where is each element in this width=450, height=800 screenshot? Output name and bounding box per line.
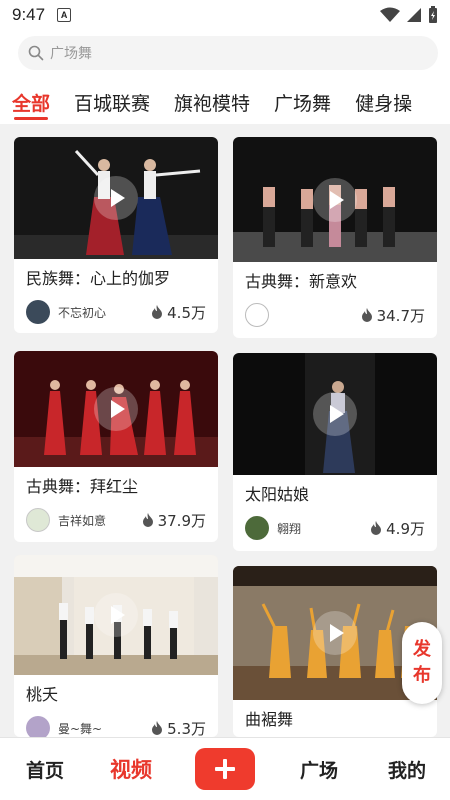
video-meta: 翱翔 4.9万: [233, 515, 437, 541]
category-tabs: 全部 百城联赛 旗袍模特 广场舞 健身操: [0, 80, 450, 124]
author-name[interactable]: 曼~舞~: [58, 720, 102, 737]
view-count: 37.9万: [142, 510, 206, 531]
notification-icon: A: [57, 8, 72, 22]
search-input[interactable]: 广场舞: [18, 36, 438, 70]
nav-home[interactable]: 首页: [10, 738, 80, 800]
avatar[interactable]: [245, 303, 269, 327]
nav-video[interactable]: 视频: [96, 738, 166, 800]
play-icon: [94, 387, 138, 431]
avatar[interactable]: [26, 508, 50, 532]
video-thumbnail: [14, 351, 218, 467]
play-icon: [313, 177, 357, 222]
view-count: 5.3万: [151, 718, 206, 738]
view-count: 4.5万: [151, 302, 206, 323]
view-count-value: 4.9万: [386, 519, 425, 538]
bottom-nav: 首页 视频 广场 我的: [0, 737, 450, 800]
flame-icon: [371, 521, 382, 535]
avatar[interactable]: [26, 716, 50, 737]
play-icon: [313, 392, 357, 436]
search-bar-container: 广场舞: [0, 30, 450, 80]
publish-button[interactable]: 发 布: [402, 622, 442, 704]
view-count: 34.7万: [361, 305, 425, 326]
plus-icon: [215, 759, 235, 779]
video-thumbnail: [233, 137, 437, 262]
video-title: 桃夭: [26, 685, 59, 704]
publish-label-line2: 布: [413, 665, 431, 686]
tab-qipao-model[interactable]: 旗袍模特: [162, 80, 262, 124]
video-title: 古典舞：拜红尘: [26, 477, 139, 496]
flame-icon: [361, 308, 372, 322]
tab-square-dance[interactable]: 广场舞: [262, 80, 343, 124]
status-time: 9:47: [12, 5, 46, 24]
video-meta: 不忘初心 4.5万: [14, 299, 218, 325]
flame-icon: [152, 305, 163, 319]
author-name[interactable]: 不忘初心: [58, 304, 106, 321]
video-card[interactable]: 桃夭 曼~舞~ 5.3万: [14, 555, 218, 737]
play-icon: [313, 611, 357, 655]
wifi-icon: [380, 7, 400, 22]
video-meta: 曼~舞~ 5.3万: [14, 715, 218, 737]
signal-icon: [407, 8, 421, 22]
nav-mine[interactable]: 我的: [372, 738, 442, 800]
nav-square[interactable]: 广场: [284, 738, 354, 800]
avatar[interactable]: [245, 516, 269, 540]
author-name[interactable]: 翱翔: [277, 520, 301, 537]
flame-icon: [142, 513, 153, 527]
video-title: 曲裾舞: [245, 710, 294, 729]
avatar[interactable]: [26, 300, 50, 324]
video-title: 古典舞：新意欢: [245, 272, 358, 291]
video-card[interactable]: 古典舞：新意欢 34.7万: [233, 137, 437, 338]
video-meta: 34.7万: [233, 302, 437, 328]
video-card[interactable]: 民族舞：心上的伽罗 不忘初心 4.5万: [14, 137, 218, 333]
video-thumbnail: [233, 353, 437, 475]
video-thumbnail: [14, 555, 218, 675]
view-count-value: 34.7万: [376, 306, 425, 325]
battery-icon: [429, 6, 437, 23]
tab-all[interactable]: 全部: [0, 80, 62, 124]
publish-label-line1: 发: [413, 639, 431, 660]
tab-fitness[interactable]: 健身操: [343, 80, 424, 124]
video-title: 民族舞：心上的伽罗: [26, 269, 171, 288]
search-placeholder: 广场舞: [50, 46, 92, 62]
view-count-value: 37.9万: [157, 511, 206, 530]
status-bar: 9:47 A: [0, 0, 450, 30]
play-icon: [94, 593, 138, 637]
view-count-value: 4.5万: [167, 303, 206, 322]
video-meta: 吉祥如意 37.9万: [14, 507, 218, 533]
view-count: 4.9万: [370, 518, 425, 539]
play-icon: [94, 176, 138, 220]
flame-icon: [152, 721, 163, 735]
video-thumbnail: [14, 137, 218, 259]
author-name[interactable]: 吉祥如意: [58, 512, 106, 529]
video-card[interactable]: 太阳姑娘 翱翔 4.9万: [233, 353, 437, 551]
view-count-value: 5.3万: [167, 719, 206, 738]
tab-city-league[interactable]: 百城联赛: [62, 80, 162, 124]
search-icon: [28, 45, 44, 61]
video-card[interactable]: 古典舞：拜红尘 吉祥如意 37.9万: [14, 351, 218, 542]
video-title: 太阳姑娘: [245, 485, 310, 504]
add-post-button[interactable]: [195, 748, 255, 790]
